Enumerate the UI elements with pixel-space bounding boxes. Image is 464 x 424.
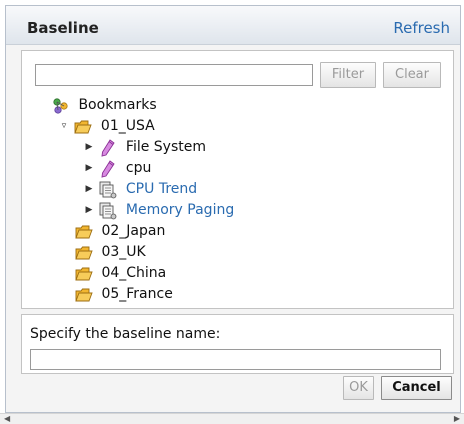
dialog-title: Baseline — [27, 19, 99, 37]
tree-node-label[interactable]: Memory Paging — [126, 202, 234, 218]
pencil-icon — [99, 138, 117, 157]
tree-node-label: File System — [125, 139, 206, 155]
filter-button[interactable]: Filter — [320, 62, 376, 88]
expand-arrow-icon[interactable]: ▶ — [83, 158, 95, 179]
tree-node-label: 03_UK — [101, 244, 146, 260]
dialog-header: Baseline Refresh — [6, 6, 460, 45]
folder-icon — [75, 223, 93, 241]
expand-arrow-icon[interactable]: ▶ — [83, 200, 95, 221]
bookmark-tree-panel: Filter Clear Bookmarks ▿ 01_USA ▶ File S… — [21, 50, 454, 309]
folder-icon — [74, 118, 93, 136]
bookmarks-icon — [52, 97, 70, 115]
tree-folder-02-japan[interactable]: 02_Japan — [75, 221, 165, 242]
tree-folder-01-usa[interactable]: ▿ 01_USA — [58, 116, 155, 137]
baseline-name-caption: Specify the baseline name: — [30, 326, 221, 342]
cancel-button[interactable]: Cancel — [381, 376, 452, 400]
pencil-icon — [99, 159, 117, 178]
tree-item-memory-paging[interactable]: ▶ Memory Paging — [83, 200, 234, 221]
tree-node-label: 01_USA — [100, 118, 155, 134]
scroll-right-icon[interactable]: ▶ — [454, 414, 460, 423]
folder-icon — [75, 286, 93, 304]
ok-button[interactable]: OK — [343, 376, 374, 400]
tree-node-label: 05_France — [101, 286, 173, 302]
tree-root-bookmarks[interactable]: Bookmarks — [52, 95, 157, 116]
tree-item-file-system[interactable]: ▶ File System — [83, 137, 206, 158]
tree-node-label: cpu — [125, 160, 152, 176]
report-icon — [99, 202, 117, 220]
tree-node-label: Bookmarks — [78, 97, 157, 113]
clear-button[interactable]: Clear — [383, 62, 441, 88]
folder-icon — [75, 265, 93, 283]
tree-item-cpu-trend[interactable]: ▶ CPU Trend — [83, 179, 197, 200]
expand-arrow-icon[interactable]: ▶ — [83, 137, 95, 158]
collapse-arrow-icon[interactable]: ▿ — [58, 116, 70, 137]
tree-node-label[interactable]: CPU Trend — [126, 181, 197, 197]
folder-icon — [75, 244, 93, 262]
tree-node-label: 02_Japan — [101, 223, 166, 239]
expand-arrow-icon[interactable]: ▶ — [83, 179, 95, 200]
tree-folder-05-france[interactable]: 05_France — [75, 284, 173, 305]
filter-input[interactable] — [35, 64, 313, 86]
tree-folder-04-china[interactable]: 04_China — [75, 263, 166, 284]
tree-folder-03-uk[interactable]: 03_UK — [75, 242, 146, 263]
refresh-link[interactable]: Refresh — [393, 19, 450, 37]
baseline-name-panel: Specify the baseline name: — [21, 314, 454, 374]
tree-node-label: 04_China — [101, 265, 167, 281]
horizontal-scrollbar[interactable]: ◀ ▶ — [0, 413, 464, 424]
report-icon — [99, 181, 117, 199]
scroll-left-icon[interactable]: ◀ — [4, 414, 10, 423]
baseline-dialog: Baseline Refresh Filter Clear Bookmarks — [5, 5, 461, 413]
tree-item-cpu[interactable]: ▶ cpu — [83, 158, 151, 179]
baseline-name-input[interactable] — [30, 349, 441, 370]
